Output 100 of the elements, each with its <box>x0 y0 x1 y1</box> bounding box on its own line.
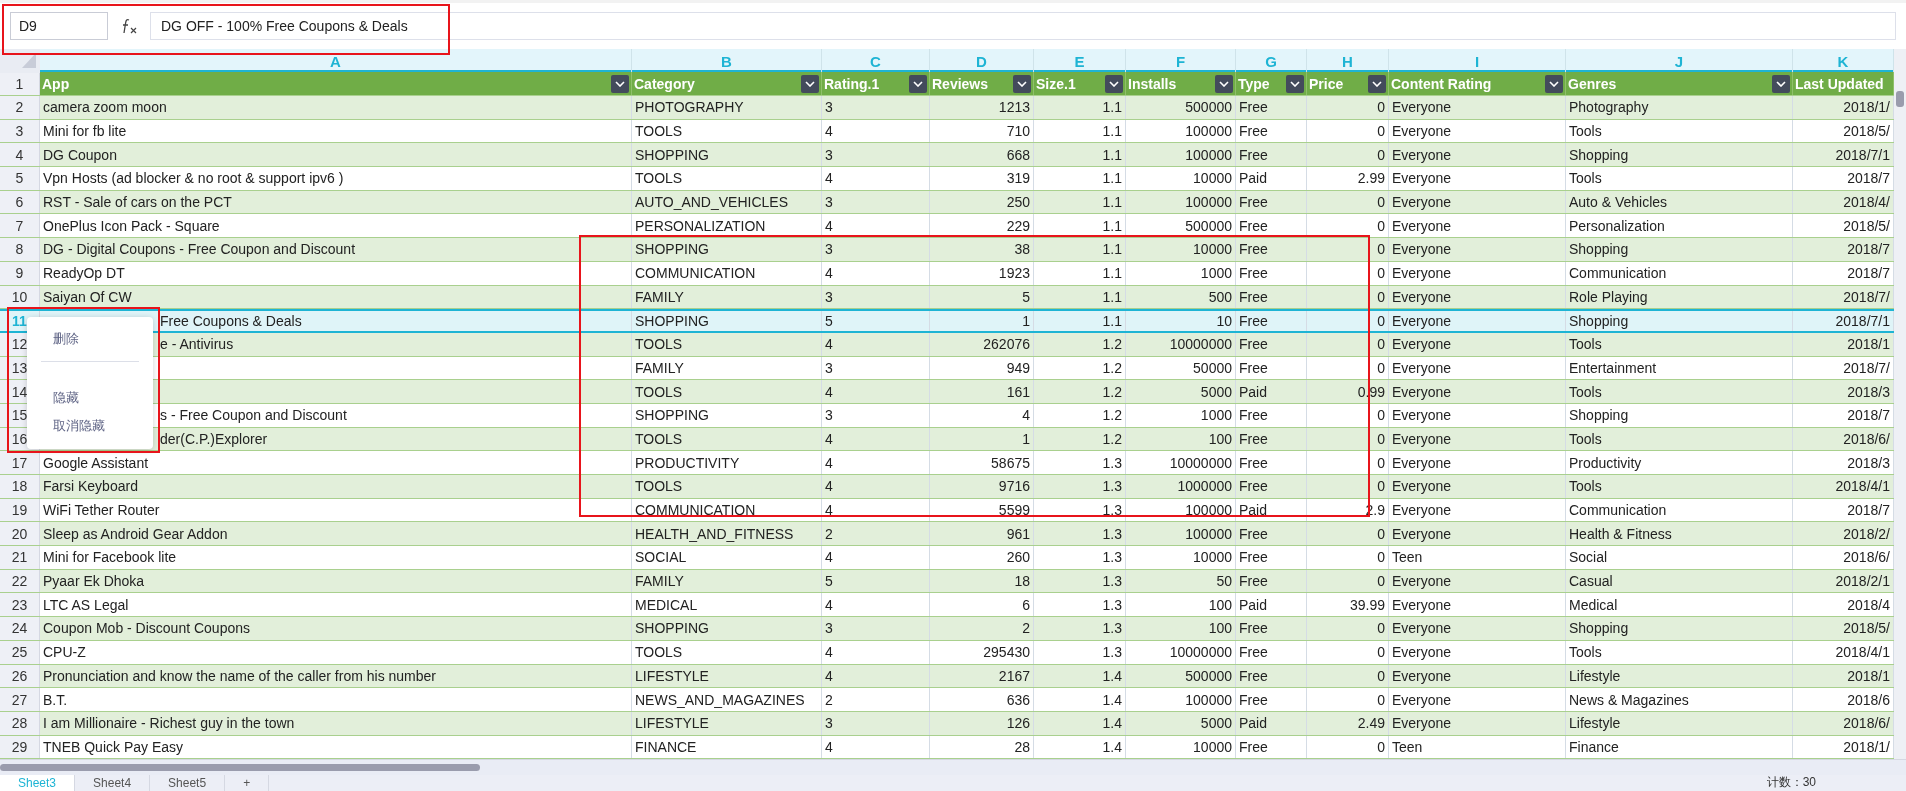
table-cell: Free <box>1236 238 1307 261</box>
row-number[interactable]: 8 <box>0 238 40 261</box>
table-cell: FAMILY <box>632 285 822 309</box>
table-cell: 100000 <box>1126 522 1236 546</box>
row-number[interactable]: 28 <box>0 711 40 735</box>
table-cell: 50000 <box>1126 356 1236 380</box>
row-number[interactable]: 7 <box>0 214 40 238</box>
scrollbar-thumb[interactable] <box>1896 91 1904 107</box>
table-cell: 2 <box>930 617 1034 640</box>
row-number[interactable]: 21 <box>0 546 40 569</box>
table-cell: der(C.P.)Explorer <box>157 427 632 451</box>
sheet-tab[interactable]: Sheet4 <box>75 775 151 791</box>
table-cell: 9716 <box>930 475 1034 498</box>
sheet-tab[interactable]: Sheet5 <box>150 775 226 791</box>
table-cell: Social <box>1566 546 1793 569</box>
corner-triangle-icon[interactable] <box>22 53 36 68</box>
filter-button[interactable] <box>611 74 629 93</box>
row-number[interactable]: 26 <box>0 664 40 688</box>
table-cell: PERSONALIZATION <box>632 214 822 238</box>
table-cell: 0 <box>1307 546 1389 569</box>
table-cell: 250 <box>930 190 1034 214</box>
row-number[interactable]: 19 <box>0 498 40 522</box>
row-number[interactable]: 5 <box>0 167 40 190</box>
table-cell: 1.1 <box>1034 214 1126 238</box>
row-number[interactable]: 20 <box>0 522 40 546</box>
filter-button[interactable] <box>1215 74 1233 93</box>
row-number[interactable]: 9 <box>0 261 40 285</box>
row-number[interactable]: 3 <box>0 119 40 143</box>
table-cell: 949 <box>930 356 1034 380</box>
table-cell: DG - Digital Coupons - Free Coupon and Discount <box>40 238 632 261</box>
table-cell: 1.3 <box>1034 569 1126 593</box>
name-box[interactable]: D9 <box>10 12 108 40</box>
row-number[interactable]: 18 <box>0 475 40 498</box>
table-cell: 668 <box>930 143 1034 167</box>
table-cell: Entertainment <box>1566 356 1793 380</box>
filter-button[interactable] <box>801 74 819 93</box>
row-number[interactable]: 4 <box>0 143 40 167</box>
row-number[interactable]: 24 <box>0 617 40 640</box>
heading-label: Genres <box>1568 75 1617 92</box>
table-cell: 2 <box>822 688 930 711</box>
filter-button[interactable] <box>1545 74 1563 93</box>
table-cell: Health & Fitness <box>1566 522 1793 546</box>
row-number[interactable]: 25 <box>0 640 40 664</box>
row-number[interactable]: 17 <box>0 451 40 474</box>
table-cell: 1.1 <box>1034 285 1126 309</box>
table-cell: 3 <box>822 285 930 309</box>
table-cell: 0 <box>1307 451 1389 474</box>
table-cell: 260 <box>930 546 1034 569</box>
table-cell: Everyone <box>1389 143 1566 167</box>
table-cell: 100000 <box>1126 688 1236 711</box>
table-cell: camera zoom moon <box>40 96 632 119</box>
table-cell: Free <box>1236 214 1307 238</box>
filter-button[interactable] <box>1105 74 1123 93</box>
table-cell: 100000 <box>1126 143 1236 167</box>
table-cell: SOCIAL <box>632 546 822 569</box>
table-cell: 0 <box>1307 261 1389 285</box>
table-cell: Everyone <box>1389 711 1566 735</box>
filter-button[interactable] <box>1286 74 1304 93</box>
row-number[interactable]: 6 <box>0 190 40 214</box>
filter-button[interactable] <box>1013 74 1031 93</box>
table-cell: 2 <box>822 522 930 546</box>
table-cell: Tools <box>1566 167 1793 190</box>
filter-button[interactable] <box>1772 74 1790 93</box>
table-cell: 4 <box>822 498 930 522</box>
table-cell: LIFESTYLE <box>632 664 822 688</box>
table-cell: Free <box>1236 261 1307 285</box>
table-cell: 1.4 <box>1034 711 1126 735</box>
formula-field[interactable]: DG OFF - 100% Free Coupons & Deals <box>150 12 1896 40</box>
table-cell: Paid <box>1236 167 1307 190</box>
table-cell: 3 <box>822 143 930 167</box>
table-cell: 6 <box>930 593 1034 617</box>
row-number[interactable]: 23 <box>0 593 40 617</box>
table-cell: 4 <box>822 261 930 285</box>
table-cell: Free <box>1236 96 1307 119</box>
add-sheet-button[interactable]: + <box>225 775 270 791</box>
filter-button[interactable] <box>909 74 927 93</box>
row-number[interactable]: 2 <box>0 96 40 119</box>
filter-button[interactable] <box>1368 74 1386 93</box>
table-cell: Everyone <box>1389 190 1566 214</box>
table-cell: Paid <box>1236 380 1307 403</box>
row-number[interactable]: 29 <box>0 735 40 759</box>
row-number[interactable]: 1 <box>0 72 40 95</box>
heading-label: Installs <box>1128 75 1177 92</box>
row-number[interactable]: 27 <box>0 688 40 711</box>
table-cell: 1.3 <box>1034 475 1126 498</box>
row-number[interactable]: 22 <box>0 569 40 593</box>
table-cell: Communication <box>1566 498 1793 522</box>
table-cell: 500 <box>1126 285 1236 309</box>
table-cell: 1.3 <box>1034 640 1126 664</box>
table-cell: Personalization <box>1566 214 1793 238</box>
table-cell: 5000 <box>1126 711 1236 735</box>
table-cell: Pronunciation and know the name of the caller from his number <box>40 664 632 688</box>
table-cell: 1.3 <box>1034 546 1126 569</box>
function-icon[interactable] <box>120 17 138 35</box>
table-cell: 1.2 <box>1034 380 1126 403</box>
table-cell: 100 <box>1126 427 1236 451</box>
table-cell: Everyone <box>1389 380 1566 403</box>
table-cell: Farsi Keyboard <box>40 475 632 498</box>
scrollbar-thumb[interactable] <box>0 764 480 772</box>
table-cell: 1.2 <box>1034 332 1126 356</box>
